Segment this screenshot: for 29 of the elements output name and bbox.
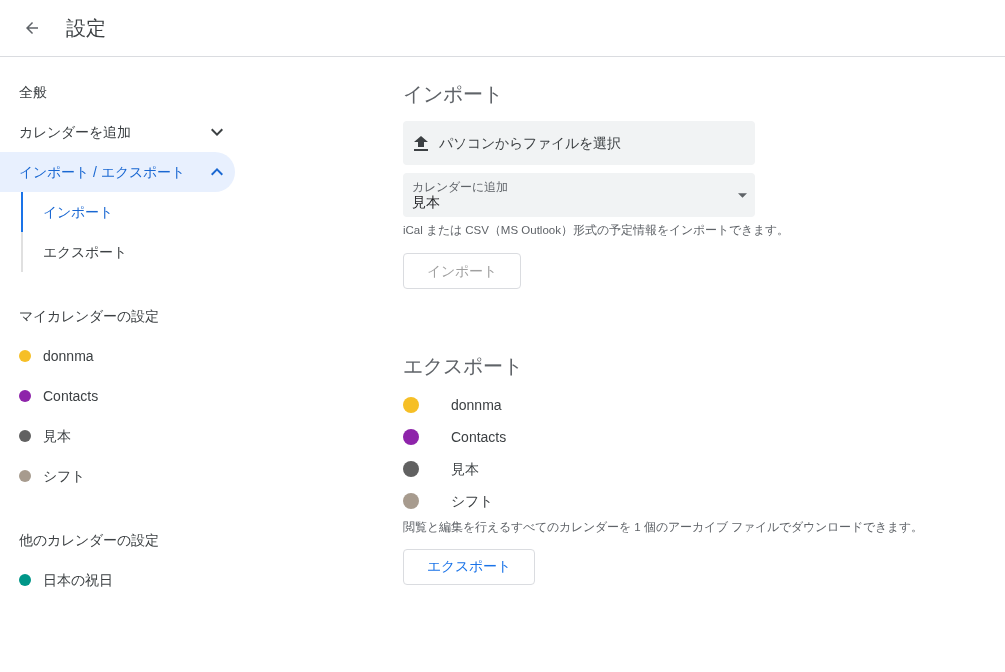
- nav-item[interactable]: 全般: [0, 72, 235, 112]
- help-text: iCal または CSV（MS Outlook）形式の予定情報をインポートできます。: [403, 223, 790, 238]
- dropdown-value: 見本: [412, 195, 441, 210]
- section-heading: マイカレンダーの設定: [18, 306, 160, 326]
- caret-icon: [738, 192, 747, 198]
- section-heading: 他のカレンダーの設定: [18, 530, 160, 550]
- nav-item[interactable]: カレンダーを追加: [0, 112, 235, 152]
- section-title: エクスポート: [403, 354, 524, 380]
- calendar-name: シフト: [451, 491, 493, 511]
- calendar-name[interactable]: donnma: [43, 345, 94, 367]
- section-title: インポート: [403, 82, 504, 107]
- upload-icon: [414, 135, 428, 151]
- page-title: 設定: [66, 16, 106, 41]
- calendar-name: donnma: [451, 395, 502, 415]
- calendar-name: Contacts: [451, 427, 507, 447]
- calendar-name[interactable]: 見本: [43, 425, 71, 447]
- dropdown-label: カレンダーに追加: [412, 180, 508, 195]
- calendar-name[interactable]: シフト: [43, 465, 85, 487]
- nav-item[interactable]: インポート / エクスポート: [0, 152, 235, 192]
- calendar-dropdown[interactable]: カレンダーに追加 見本: [403, 173, 755, 217]
- help-text: 閲覧と編集を行えるすべてのカレンダーを 1 個のアーカイブ ファイルでダウンロードできます。: [403, 520, 924, 536]
- calendar-name[interactable]: Contacts: [43, 385, 99, 407]
- chevron-down-icon: [211, 126, 223, 138]
- nav-subitem[interactable]: エクスポート: [21, 232, 403, 272]
- file-select-button[interactable]: パソコンからファイルを選択: [403, 121, 755, 165]
- export-button[interactable]: エクスポート: [403, 548, 535, 585]
- chevron-up-icon: [211, 166, 223, 178]
- calendar-name: 見本: [451, 459, 479, 479]
- calendar-name[interactable]: 日本の祝日: [43, 569, 113, 591]
